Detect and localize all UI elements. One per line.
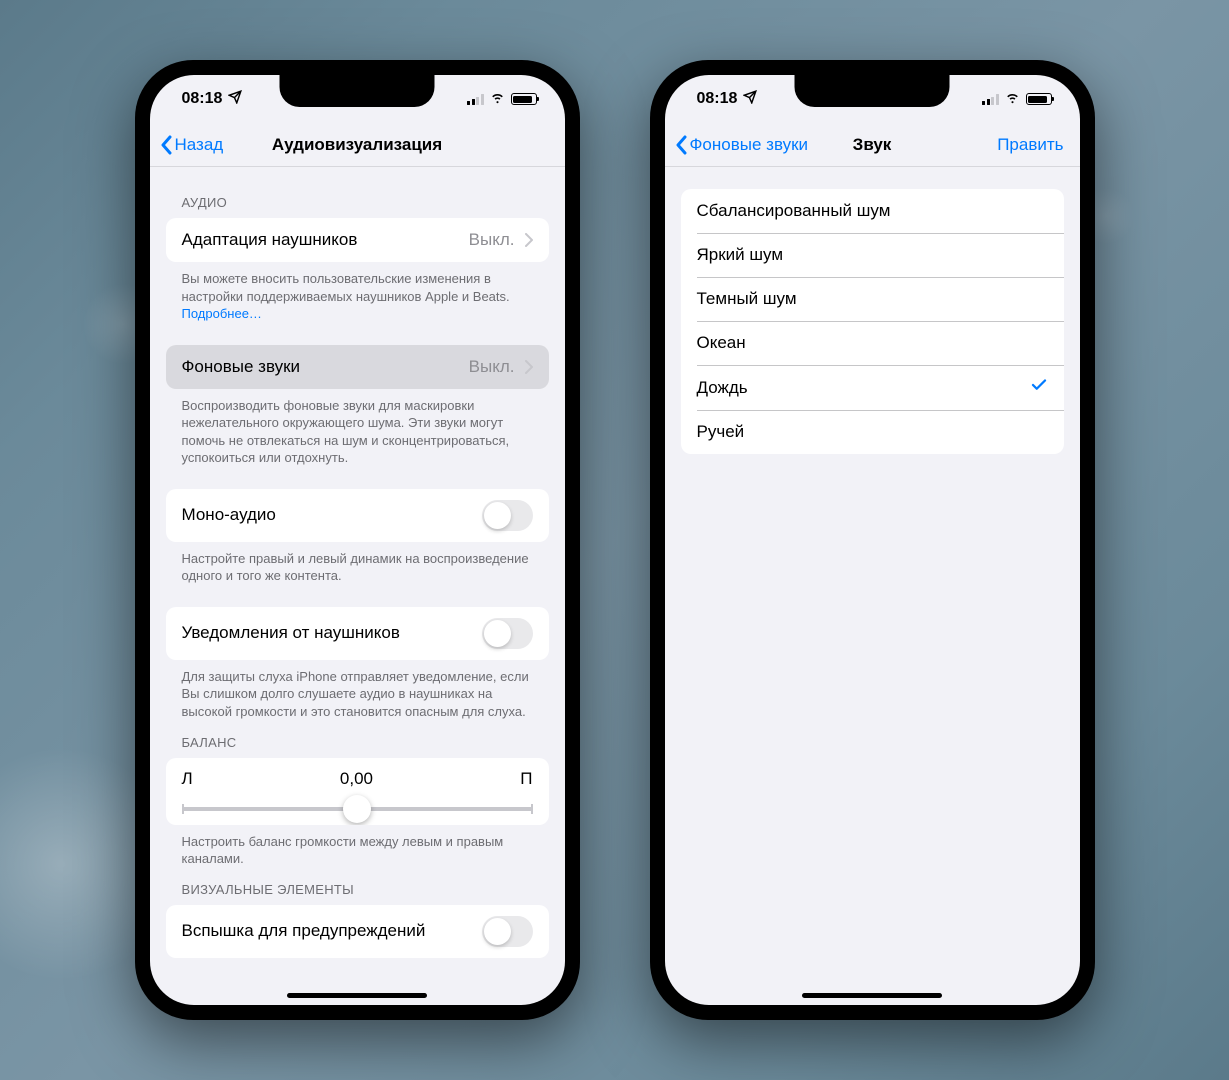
check-icon <box>1030 376 1048 399</box>
toggle-flash-alerts[interactable] <box>482 916 533 947</box>
nav-edit-button[interactable]: Править <box>997 135 1069 155</box>
nav-back-label: Фоновые звуки <box>690 135 809 155</box>
cell-group-headphone: Адаптация наушников Выкл. <box>166 218 549 262</box>
row-headphone-adaptation[interactable]: Адаптация наушников Выкл. <box>166 218 549 262</box>
location-icon <box>228 90 242 109</box>
sounds-list: Сбалансированный шум Яркий шум Темный шум О… <box>681 189 1064 454</box>
nav-bar: Фоновые звуки Звук Править <box>665 123 1080 167</box>
signal-icon <box>982 94 999 105</box>
link-more[interactable]: Подробнее… <box>182 306 262 321</box>
toggle-headphone-notify[interactable] <box>482 618 533 649</box>
balance-right-label: П <box>520 769 532 789</box>
balance-slider[interactable] <box>182 807 533 811</box>
sound-option[interactable]: Океан <box>681 321 1064 365</box>
cell-group-background-sounds: Фоновые звуки Выкл. <box>166 345 549 389</box>
cell-group-flash: Вспышка для предупреждений <box>166 905 549 958</box>
chevron-right-icon <box>525 360 533 374</box>
slider-thumb[interactable] <box>343 795 371 823</box>
footer-balance: Настроить баланс громкости между левым и… <box>150 825 565 868</box>
notch <box>795 75 950 107</box>
sound-label: Дождь <box>697 378 748 398</box>
chevron-left-icon <box>675 135 687 155</box>
phone-left: 08:18 Назад Аудиовизуализация АУД <box>135 60 580 1020</box>
cell-value: Выкл. <box>469 357 515 377</box>
row-flash-alerts: Вспышка для предупреждений <box>166 905 549 958</box>
footer-notify: Для защиты слуха iPhone отправляет уведо… <box>150 660 565 721</box>
row-mono-audio: Моно-аудио <box>166 489 549 542</box>
section-header-visual: ВИЗУАЛЬНЫЕ ЭЛЕМЕНТЫ <box>150 868 565 905</box>
status-time: 08:18 <box>182 90 223 108</box>
nav-title: Звук <box>853 135 892 155</box>
sound-label: Яркий шум <box>697 245 784 265</box>
cell-group-balance: Л 0,00 П <box>166 758 549 825</box>
nav-back-button[interactable]: Назад <box>160 135 224 155</box>
notch <box>280 75 435 107</box>
footer-background: Воспроизводить фоновые звуки для маскиро… <box>150 389 565 467</box>
section-header-audio: АУДИО <box>150 167 565 218</box>
nav-back-label: Назад <box>175 135 224 155</box>
balance-labels: Л 0,00 П <box>166 758 549 789</box>
battery-icon <box>1026 93 1052 105</box>
sound-option[interactable]: Сбалансированный шум <box>681 189 1064 233</box>
sound-option[interactable]: Темный шум <box>681 277 1064 321</box>
cell-label: Уведомления от наушников <box>182 623 400 643</box>
chevron-right-icon <box>525 233 533 247</box>
row-headphone-notify: Уведомления от наушников <box>166 607 549 660</box>
section-header-balance: БАЛАНС <box>150 721 565 758</box>
location-icon <box>743 90 757 109</box>
sound-option[interactable]: Ручей <box>681 410 1064 454</box>
balance-left-label: Л <box>182 769 193 789</box>
balance-value: 0,00 <box>340 769 373 789</box>
status-time: 08:18 <box>697 90 738 108</box>
cell-label: Моно-аудио <box>182 505 276 525</box>
cell-label: Вспышка для предупреждений <box>182 921 426 941</box>
row-background-sounds[interactable]: Фоновые звуки Выкл. <box>166 345 549 389</box>
content-scroll[interactable]: АУДИО Адаптация наушников Выкл. Вы может… <box>150 167 565 1005</box>
sound-label: Темный шум <box>697 289 797 309</box>
sound-option[interactable]: Яркий шум <box>681 233 1064 277</box>
wifi-icon <box>489 88 506 110</box>
footer-mono: Настройте правый и левый динамик на восп… <box>150 542 565 585</box>
footer-headphone: Вы можете вносить пользовательские измен… <box>150 262 565 323</box>
chevron-left-icon <box>160 135 172 155</box>
screen: 08:18 Фоновые звуки Звук Править <box>665 75 1080 1005</box>
home-indicator[interactable] <box>287 993 427 998</box>
nav-bar: Назад Аудиовизуализация <box>150 123 565 167</box>
nav-back-button[interactable]: Фоновые звуки <box>675 135 809 155</box>
sound-label: Ручей <box>697 422 745 442</box>
home-indicator[interactable] <box>802 993 942 998</box>
cell-group-mono: Моно-аудио <box>166 489 549 542</box>
screen: 08:18 Назад Аудиовизуализация АУД <box>150 75 565 1005</box>
sound-option[interactable]: Дождь <box>681 365 1064 410</box>
cell-value: Выкл. <box>469 230 515 250</box>
cell-group-headphone-notify: Уведомления от наушников <box>166 607 549 660</box>
wifi-icon <box>1004 88 1021 110</box>
sound-label: Сбалансированный шум <box>697 201 891 221</box>
content-scroll[interactable]: Сбалансированный шум Яркий шум Темный шум О… <box>665 167 1080 1005</box>
toggle-mono-audio[interactable] <box>482 500 533 531</box>
signal-icon <box>467 94 484 105</box>
cell-label: Фоновые звуки <box>182 357 301 377</box>
nav-title: Аудиовизуализация <box>272 135 442 155</box>
phone-right: 08:18 Фоновые звуки Звук Править <box>650 60 1095 1020</box>
battery-icon <box>511 93 537 105</box>
cell-label: Адаптация наушников <box>182 230 358 250</box>
sound-label: Океан <box>697 333 746 353</box>
